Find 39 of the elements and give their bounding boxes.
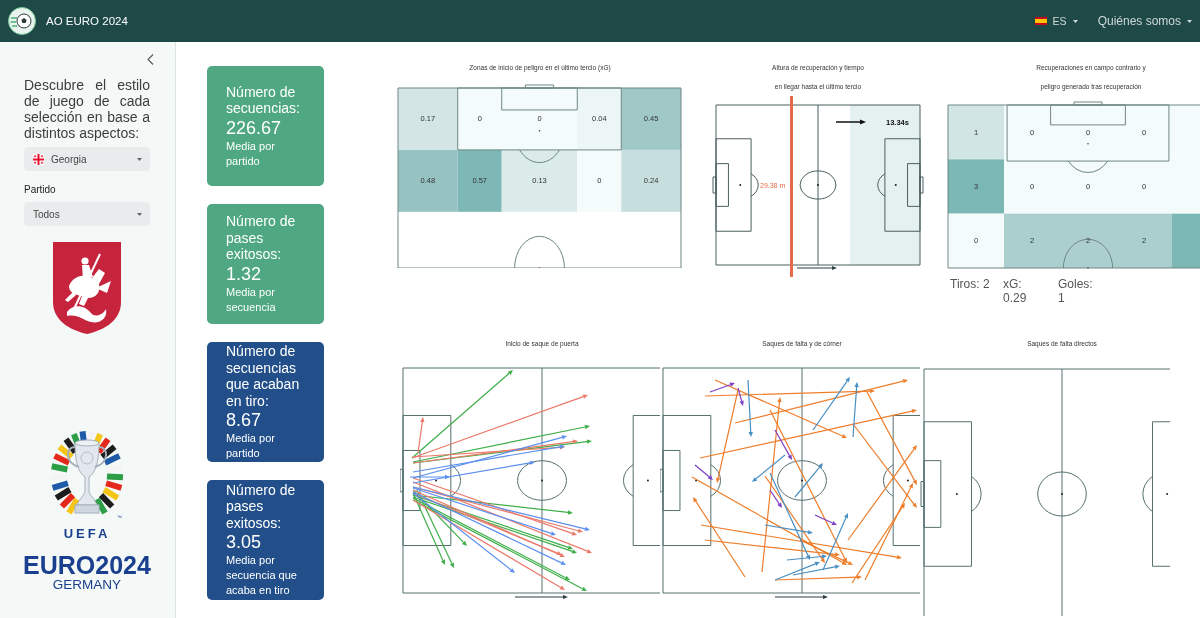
soccer-ball-icon [8,7,36,35]
card-title: Número de pases exitosos: [226,481,297,532]
direction-arrow [514,595,568,599]
card-caption: Media por partido [226,431,276,461]
caret-icon [137,212,142,216]
brand-link[interactable]: AO EURO 2024 [8,7,128,35]
flag-icon [1034,17,1047,25]
caret-icon [137,157,142,161]
card-title: Número de secuencias: [226,83,301,117]
caret-icon [1187,19,1192,23]
language-menu[interactable]: ES [1034,15,1078,27]
logo-text: EURO2024 [23,553,151,577]
chevron-left-icon [147,54,154,65]
about-menu[interactable]: Quiénes somos [1097,14,1192,28]
shield-crest-icon [53,242,121,334]
card-caption: Media por partido [226,138,276,169]
field-label: Partido [24,183,56,196]
direction-arrow [774,595,828,599]
flag-icon [33,153,44,165]
summary-stat: Tiros: 2 [950,277,991,293]
intro-text: Descubre el estilo de juego de cada selección en base a distintos aspectos: [24,77,150,141]
collapse-button[interactable] [147,54,154,65]
card-caption: Media por secuencia que acaba en tiro [226,553,298,599]
direction-arrow [796,266,837,270]
logo-text: UEFA [63,527,111,541]
caret-icon [1072,19,1078,23]
summary-stat: Goles: 1 [1058,277,1094,305]
card-value: 1.32 [226,262,263,285]
card-value: 8.67 [226,409,263,431]
card-caption: Media por secuencia [226,284,277,315]
logo-text: GERMANY [52,578,122,591]
card-title: Número de pases exitosos: [226,213,297,263]
match-select[interactable]: Todos [24,202,150,226]
card-title: Número de secuencias que acaban en tiro: [226,343,301,409]
time-arrow [835,119,866,125]
team-select[interactable]: Georgia [24,147,150,171]
card-value: 226.67 [226,116,283,139]
card-value: 3.05 [226,531,263,554]
summary-stat: xG: 0.29 [1003,277,1028,305]
